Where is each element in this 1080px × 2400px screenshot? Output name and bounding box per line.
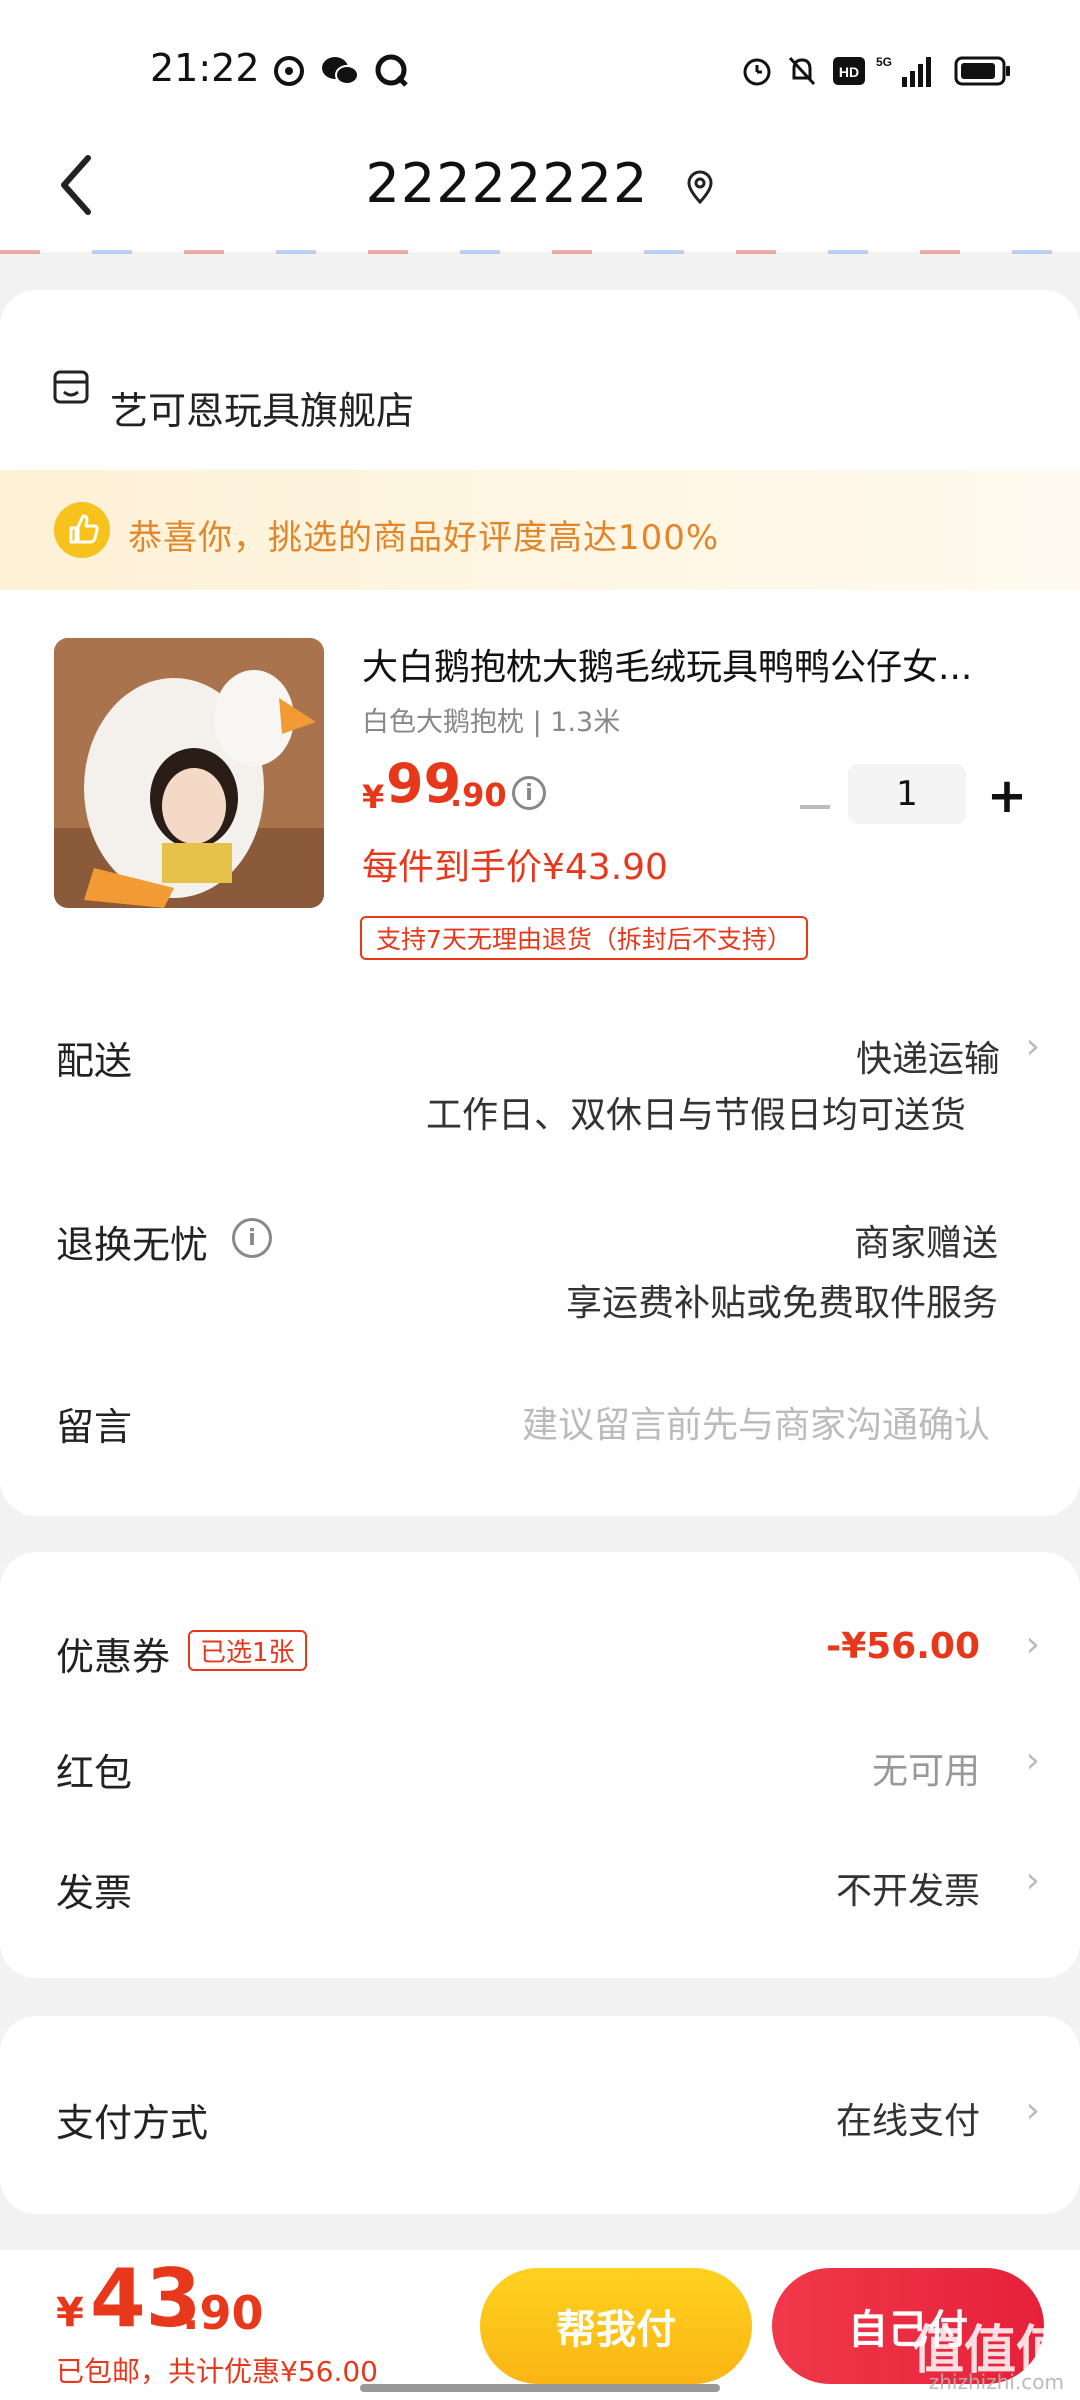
hd-icon: HD bbox=[832, 54, 866, 88]
mute-bell-icon bbox=[786, 54, 818, 88]
svg-text:HD: HD bbox=[839, 64, 859, 80]
discount-card: 优惠券 已选1张 -¥56.00 › 红包 无可用 › 发票 不开发票 › bbox=[0, 1552, 1080, 1978]
delivery-note: 工作日、双休日与节假日均可送货 bbox=[425, 1095, 966, 1136]
invoice-value: 不开发票 bbox=[835, 1871, 980, 1912]
rating-banner: 恭喜你，挑选的商品好评度高达100% bbox=[0, 470, 1080, 590]
status-bar: 21:22 HD 5G bbox=[0, 0, 1080, 130]
message-input[interactable]: 建议留言前先与商家沟通确认 bbox=[522, 1396, 990, 1448]
address-title: 22222222 bbox=[365, 152, 649, 215]
q-app-icon bbox=[374, 54, 410, 88]
page-title[interactable]: 22222222 bbox=[0, 152, 1080, 215]
thumbs-up-icon bbox=[54, 502, 110, 558]
address-border-decoration bbox=[0, 250, 1080, 254]
return-worry-note: 享运费补贴或免费取件服务 bbox=[565, 1283, 998, 1324]
wechat-icon bbox=[320, 54, 360, 88]
invoice-label: 发票 bbox=[56, 1871, 133, 1915]
netease-icon bbox=[272, 54, 306, 88]
product-title[interactable]: 大白鹅抱枕大鹅毛绒玩具鸭鸭公仔女... bbox=[362, 638, 1022, 690]
delivery-method: 快递运输 bbox=[855, 1039, 1000, 1080]
return-worry-info-icon[interactable]: i bbox=[232, 1218, 272, 1258]
alarm-icon bbox=[740, 54, 774, 88]
return-worry-label: 退换无忧 bbox=[56, 1223, 209, 1267]
status-time: 21:22 bbox=[150, 46, 260, 90]
return-policy-badge: 支持7天无理由退货（拆封后不支持） bbox=[360, 916, 808, 960]
per-item-price: 每件到手价¥43.90 bbox=[362, 847, 668, 888]
red-packet-chevron-icon: › bbox=[1025, 1740, 1040, 1781]
store-icon bbox=[52, 368, 90, 412]
delivery-label: 配送 bbox=[56, 1039, 133, 1083]
product-photo bbox=[54, 638, 324, 908]
total-currency: ¥ bbox=[56, 2290, 84, 2336]
coupon-value: -¥56.00 bbox=[826, 1626, 980, 1667]
quantity-decrease-button[interactable]: − bbox=[790, 778, 840, 834]
order-card: 艺可恩玩具旗舰店 恭喜你，挑选的商品好评度高达100% 大白鹅抱枕大鹅毛绒玩具鸭… bbox=[0, 290, 1080, 1516]
home-indicator[interactable] bbox=[360, 2384, 720, 2392]
invoice-chevron-icon: › bbox=[1025, 1860, 1040, 1901]
location-pin-icon bbox=[687, 170, 713, 205]
help-pay-button[interactable]: 帮我付 bbox=[480, 2268, 752, 2384]
quantity-increase-button[interactable]: + bbox=[982, 768, 1032, 824]
payment-card: 支付方式 在线支付 › bbox=[0, 2016, 1080, 2214]
return-worry-value: 商家赠送 bbox=[853, 1223, 998, 1264]
quantity-input[interactable]: 1 bbox=[848, 764, 966, 824]
message-label: 留言 bbox=[56, 1405, 133, 1449]
watermark-url: zhizhizhi.com bbox=[928, 2370, 1064, 2394]
total-decimal: .90 bbox=[182, 2286, 264, 2340]
coupon-chevron-icon: › bbox=[1025, 1624, 1040, 1665]
coupon-label: 优惠券 bbox=[56, 1635, 171, 1679]
store-name[interactable]: 艺可恩玩具旗舰店 bbox=[110, 380, 414, 435]
product-image[interactable] bbox=[54, 638, 324, 908]
svg-text:5G: 5G bbox=[876, 55, 892, 69]
rating-banner-text: 恭喜你，挑选的商品好评度高达100% bbox=[128, 518, 720, 558]
red-packet-label: 红包 bbox=[56, 1751, 133, 1795]
payment-chevron-icon: › bbox=[1025, 2090, 1040, 2131]
price-decimal: .90 bbox=[450, 776, 507, 814]
signal-5g-icon: 5G bbox=[876, 54, 936, 88]
price-info-icon[interactable]: i bbox=[512, 776, 546, 810]
delivery-chevron-icon: › bbox=[1025, 1026, 1040, 1067]
coupon-selected-tag: 已选1张 bbox=[188, 1630, 307, 1671]
payment-label: 支付方式 bbox=[56, 2101, 209, 2145]
header: 22222222 bbox=[0, 130, 1080, 252]
price-currency: ¥ bbox=[362, 778, 385, 816]
payment-value: 在线支付 bbox=[835, 2101, 980, 2142]
red-packet-value: 无可用 bbox=[871, 1751, 980, 1792]
product-spec[interactable]: 白色大鹅抱枕 | 1.3米 bbox=[362, 700, 620, 739]
battery-icon bbox=[954, 54, 1012, 88]
total-summary: 已包邮，共计优惠¥56.00 bbox=[56, 2355, 378, 2388]
